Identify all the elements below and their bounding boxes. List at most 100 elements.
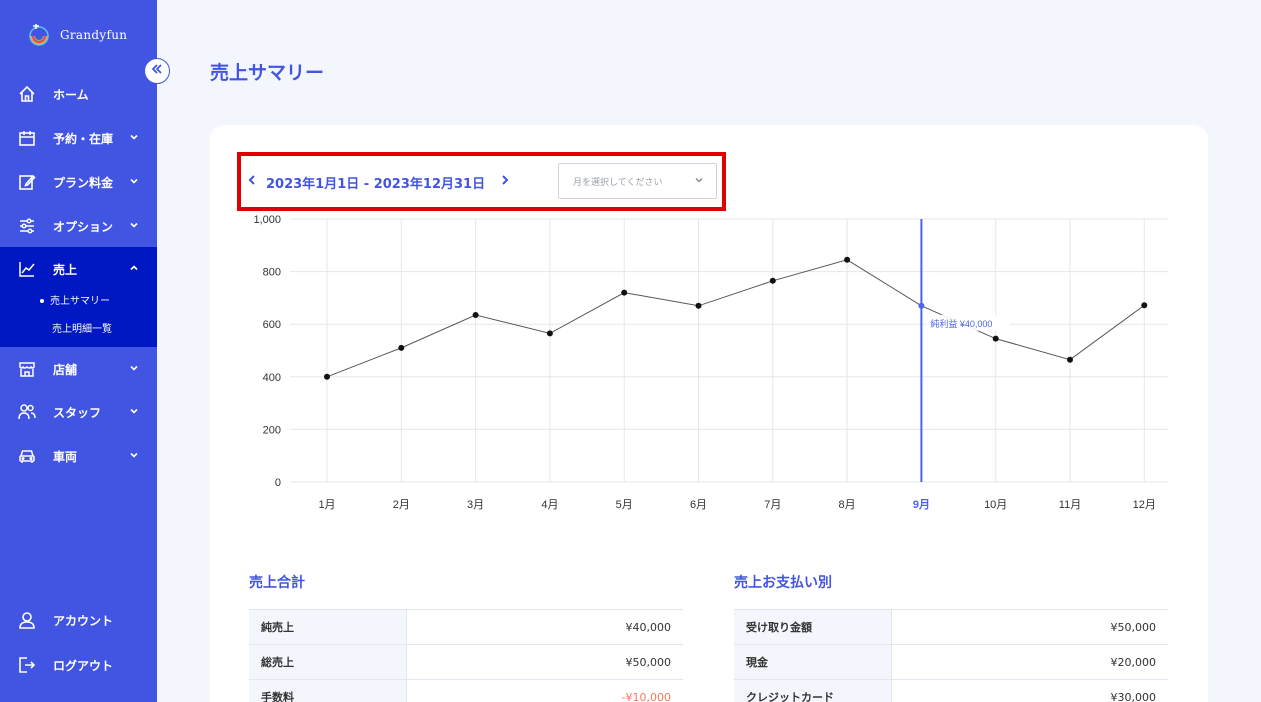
x-tick-label: 11月 [1059, 499, 1081, 511]
x-tick-label: 1月 [318, 499, 335, 511]
sidebar-subitem-sales-details[interactable]: 売上明細一覧 [52, 320, 112, 335]
table-row: 純売上 ¥40,000 [249, 609, 683, 645]
chevron-left-icon [248, 175, 255, 185]
net-profit-line-chart: 0 200 400 600 800 1,000 1月 2月 3月 4月 5月 6月 7月 8月 9月 10月 1… [253, 214, 1168, 511]
row-label: 純売上 [249, 609, 407, 645]
sales-total-table: 純売上 ¥40,000 総売上 ¥50,000 手数料 -¥10,000 [249, 609, 683, 702]
sidebar-item-label: プラン料金 [53, 175, 114, 190]
sidebar-item-label: 店舗 [53, 362, 78, 377]
table-row: 総売上 ¥50,000 [249, 644, 683, 680]
page-title: 売上サマリー [210, 62, 325, 84]
table-row: 手数料 -¥10,000 [249, 679, 683, 702]
app-logo[interactable]: Grandyfun [24, 20, 127, 50]
data-point [324, 373, 330, 380]
sidebar-item-reservations[interactable]: 予約・在庫 [0, 118, 157, 158]
data-point [621, 289, 628, 296]
row-value: ¥30,000 [891, 679, 1168, 702]
row-label: クレジットカード [734, 679, 892, 702]
month-select[interactable]: 月を選択してください [558, 163, 717, 199]
chevron-up-icon [129, 263, 141, 276]
y-tick-label: 0 [275, 477, 281, 489]
chevron-down-icon [129, 363, 141, 376]
sidebar-item-label: スタッフ [53, 405, 102, 420]
row-label: 手数料 [249, 679, 407, 702]
prev-period-button[interactable] [247, 174, 257, 190]
sidebar-subitem-sales-summary[interactable]: 売上サマリー [40, 292, 110, 307]
sidebar-item-vehicles[interactable]: 車両 [0, 436, 157, 476]
y-tick-label: 600 [263, 319, 281, 331]
x-tick-label: 10月 [984, 499, 1007, 511]
sliders-icon [17, 216, 37, 236]
app-name: Grandyfun [60, 28, 128, 42]
row-value: -¥10,000 [406, 679, 683, 702]
x-tick-label: 4月 [541, 499, 558, 511]
row-label: 受け取り金額 [734, 609, 892, 645]
x-tick-label: 7月 [764, 499, 781, 511]
sales-by-payment-title: 売上お支払い別 [734, 575, 832, 591]
home-icon [17, 84, 37, 104]
store-icon [17, 359, 37, 379]
chevron-down-icon [129, 132, 141, 145]
sidebar-item-stores[interactable]: 店舗 [0, 349, 157, 389]
table-row: 現金 ¥20,000 [734, 644, 1168, 680]
data-point [546, 330, 553, 337]
sidebar-item-label: 予約・在庫 [53, 131, 114, 146]
x-tick-label: 3月 [467, 499, 484, 511]
double-chevron-left-icon [151, 63, 163, 79]
sidebar-item-home[interactable]: ホーム [0, 74, 157, 114]
row-value: ¥50,000 [891, 609, 1168, 645]
sidebar-item-label: アカウント [53, 613, 114, 628]
data-point [1067, 356, 1073, 363]
sidebar-item-sales[interactable]: 売上 [0, 249, 157, 289]
sidebar-item-account[interactable]: アカウント [0, 600, 157, 640]
sidebar-item-label: 売上 [53, 262, 78, 277]
x-tick-label: 2月 [393, 499, 410, 511]
car-icon [17, 446, 37, 466]
row-value: ¥20,000 [891, 644, 1168, 680]
row-value: ¥40,000 [406, 609, 683, 645]
sidebar-collapse-button[interactable] [144, 58, 170, 84]
sidebar-item-options[interactable]: オプション [0, 206, 157, 246]
tooltip-label: 純利益 ¥40,000 [930, 318, 992, 329]
sidebar-item-plans[interactable]: プラン料金 [0, 162, 157, 202]
sidebar-item-label: 車両 [53, 449, 78, 464]
data-point [695, 302, 702, 309]
logout-icon [17, 655, 37, 675]
month-select-placeholder: 月を選択してください [573, 177, 663, 188]
chevron-right-icon [502, 175, 509, 185]
y-tick-label: 800 [263, 267, 281, 279]
users-icon [17, 402, 37, 422]
y-tick-label: 1,000 [253, 214, 281, 226]
sidebar-subitem-label: 売上明細一覧 [52, 324, 112, 335]
chevron-down-icon [129, 406, 141, 419]
x-tick-label: 9月 [913, 498, 930, 511]
table-row: クレジットカード ¥30,000 [734, 679, 1168, 702]
row-label: 現金 [734, 644, 892, 680]
x-tick-label: 5月 [616, 499, 633, 511]
sidebar-subitem-label: 売上サマリー [50, 296, 110, 307]
x-tick-label: 6月 [690, 499, 707, 511]
x-tick-label: 8月 [839, 499, 856, 511]
sidebar-item-logout[interactable]: ログアウト [0, 645, 157, 685]
data-point [844, 256, 851, 263]
user-icon [17, 610, 37, 630]
chevron-down-icon [129, 450, 141, 463]
chart-line-icon [17, 259, 37, 279]
sidebar-item-label: ホーム [53, 87, 89, 102]
sidebar-item-label: オプション [53, 219, 114, 234]
edit-icon [17, 172, 37, 192]
calendar-icon [17, 128, 37, 148]
data-point [398, 344, 405, 351]
y-tick-label: 400 [263, 372, 281, 384]
next-period-button[interactable] [500, 174, 510, 190]
chevron-down-icon [129, 220, 141, 233]
chevron-down-icon [129, 176, 141, 189]
data-point [1141, 302, 1148, 309]
y-tick-label: 200 [263, 424, 281, 436]
sidebar: Grandyfun ホーム 予約・在庫 プラン料金 オプション 売上 売上サマリ… [0, 0, 157, 702]
sidebar-item-staff[interactable]: スタッフ [0, 392, 157, 432]
data-point [769, 277, 776, 284]
logo-icon [24, 20, 54, 50]
table-row: 受け取り金額 ¥50,000 [734, 609, 1168, 645]
row-value: ¥50,000 [406, 644, 683, 680]
